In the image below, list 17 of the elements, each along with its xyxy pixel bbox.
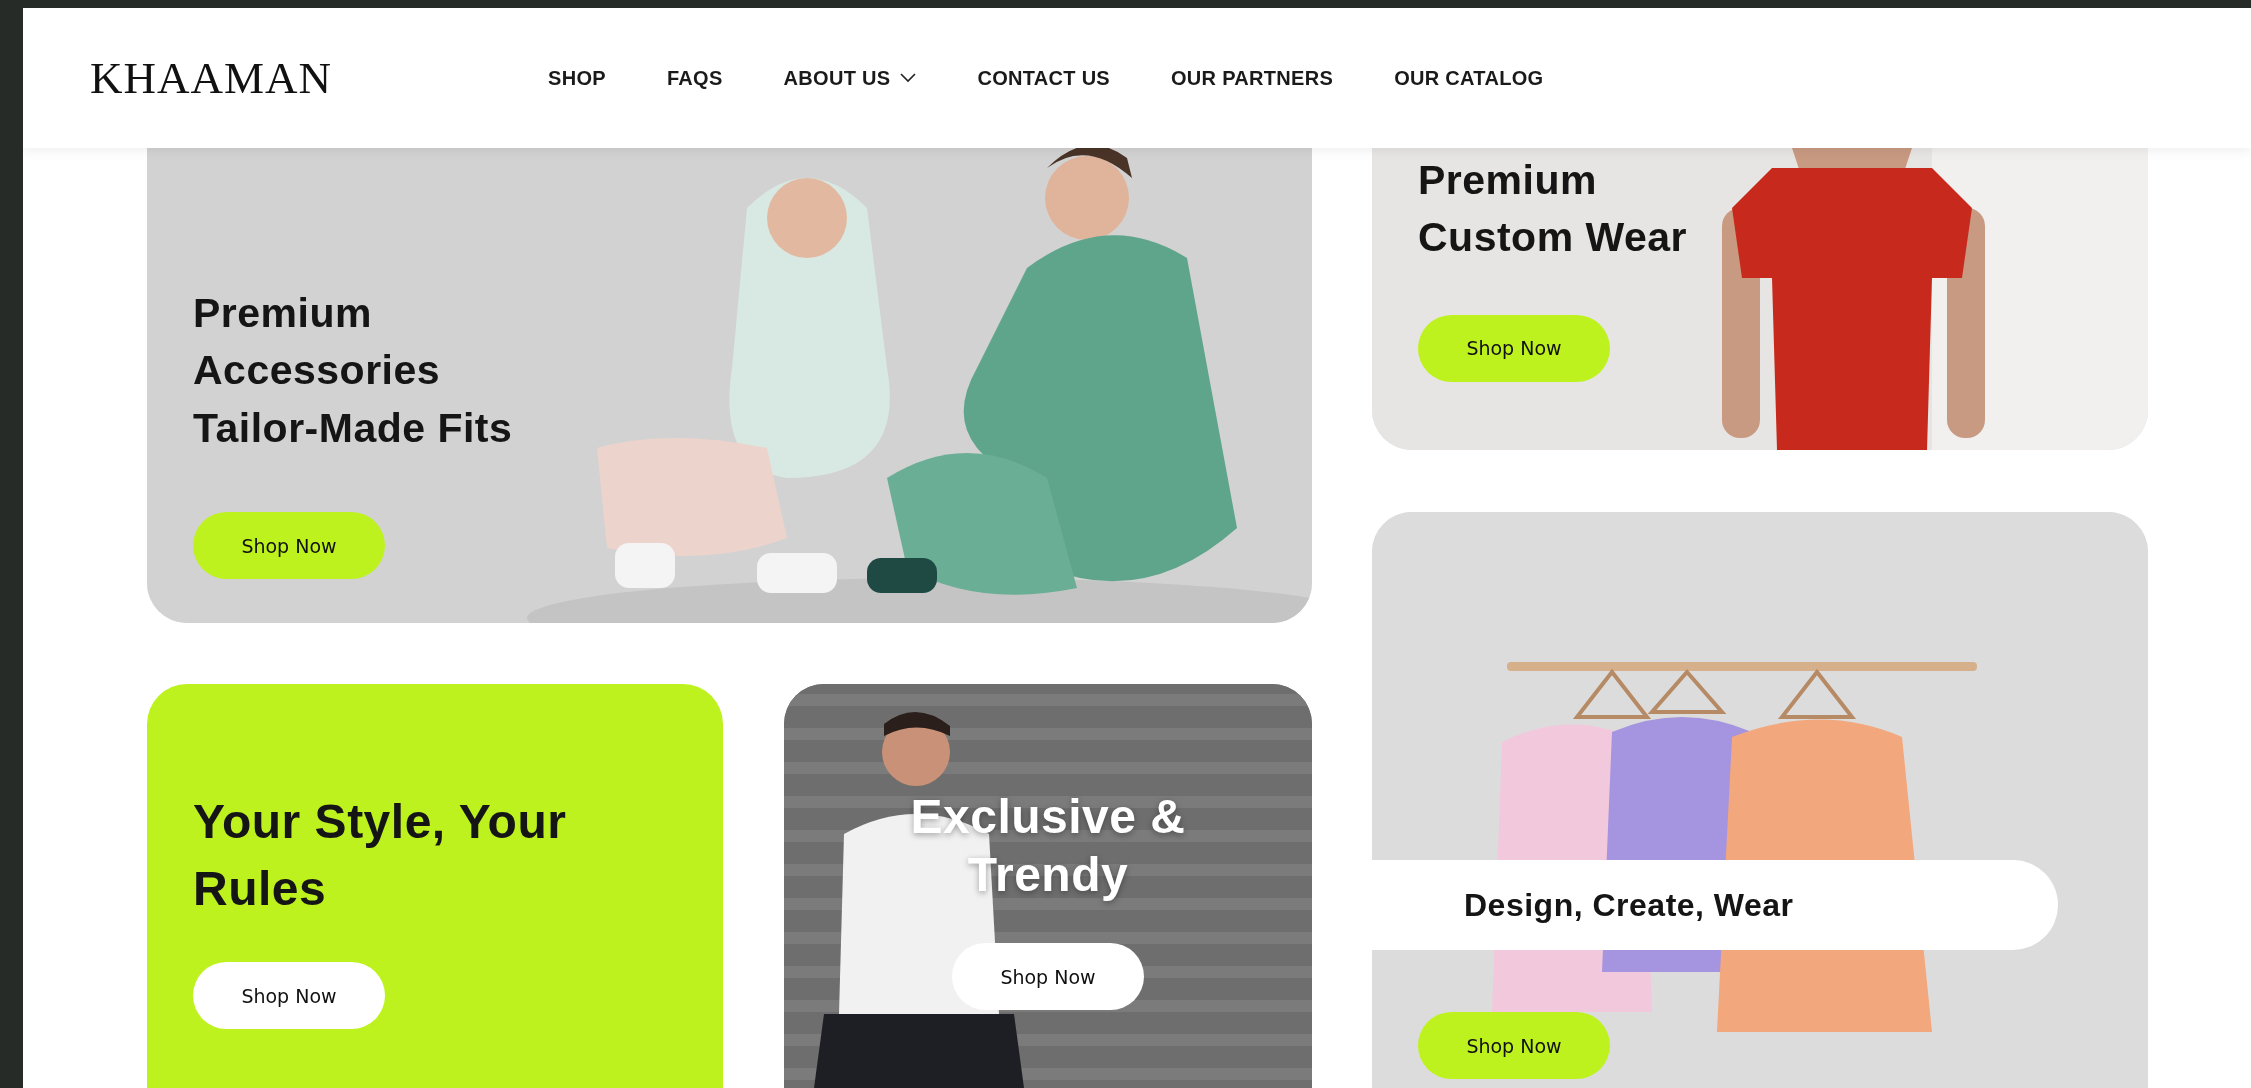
- nav-link[interactable]: ABOUT US: [783, 66, 917, 90]
- nav-link[interactable]: FAQS: [666, 66, 723, 90]
- banner-title: Premium Custom Wear: [1418, 156, 1688, 263]
- shop-now-button[interactable]: Shop Now: [193, 962, 385, 1030]
- shop-now-button[interactable]: Shop Now: [1418, 314, 1610, 382]
- banner-title: Premium Accessories Tailor-Made Fits: [193, 289, 513, 453]
- nav-link[interactable]: SHOP: [548, 66, 606, 90]
- banner-title: Your Style, Your Rules: [193, 794, 567, 918]
- brand-logo[interactable]: KHAAMAN: [90, 52, 548, 104]
- caption-banner: Design, Create, Wear: [1372, 860, 2058, 950]
- chevron-down-icon: [900, 73, 917, 83]
- nav-link[interactable]: OUR PARTNERS: [1171, 66, 1334, 90]
- nav-link[interactable]: CONTACT US: [977, 66, 1110, 90]
- nav-link[interactable]: OUR CATALOG: [1394, 66, 1544, 90]
- shop-now-button[interactable]: Shop Now: [952, 943, 1144, 1011]
- shop-now-button[interactable]: Shop Now: [1418, 1012, 1610, 1079]
- shop-now-button[interactable]: Shop Now: [193, 512, 385, 580]
